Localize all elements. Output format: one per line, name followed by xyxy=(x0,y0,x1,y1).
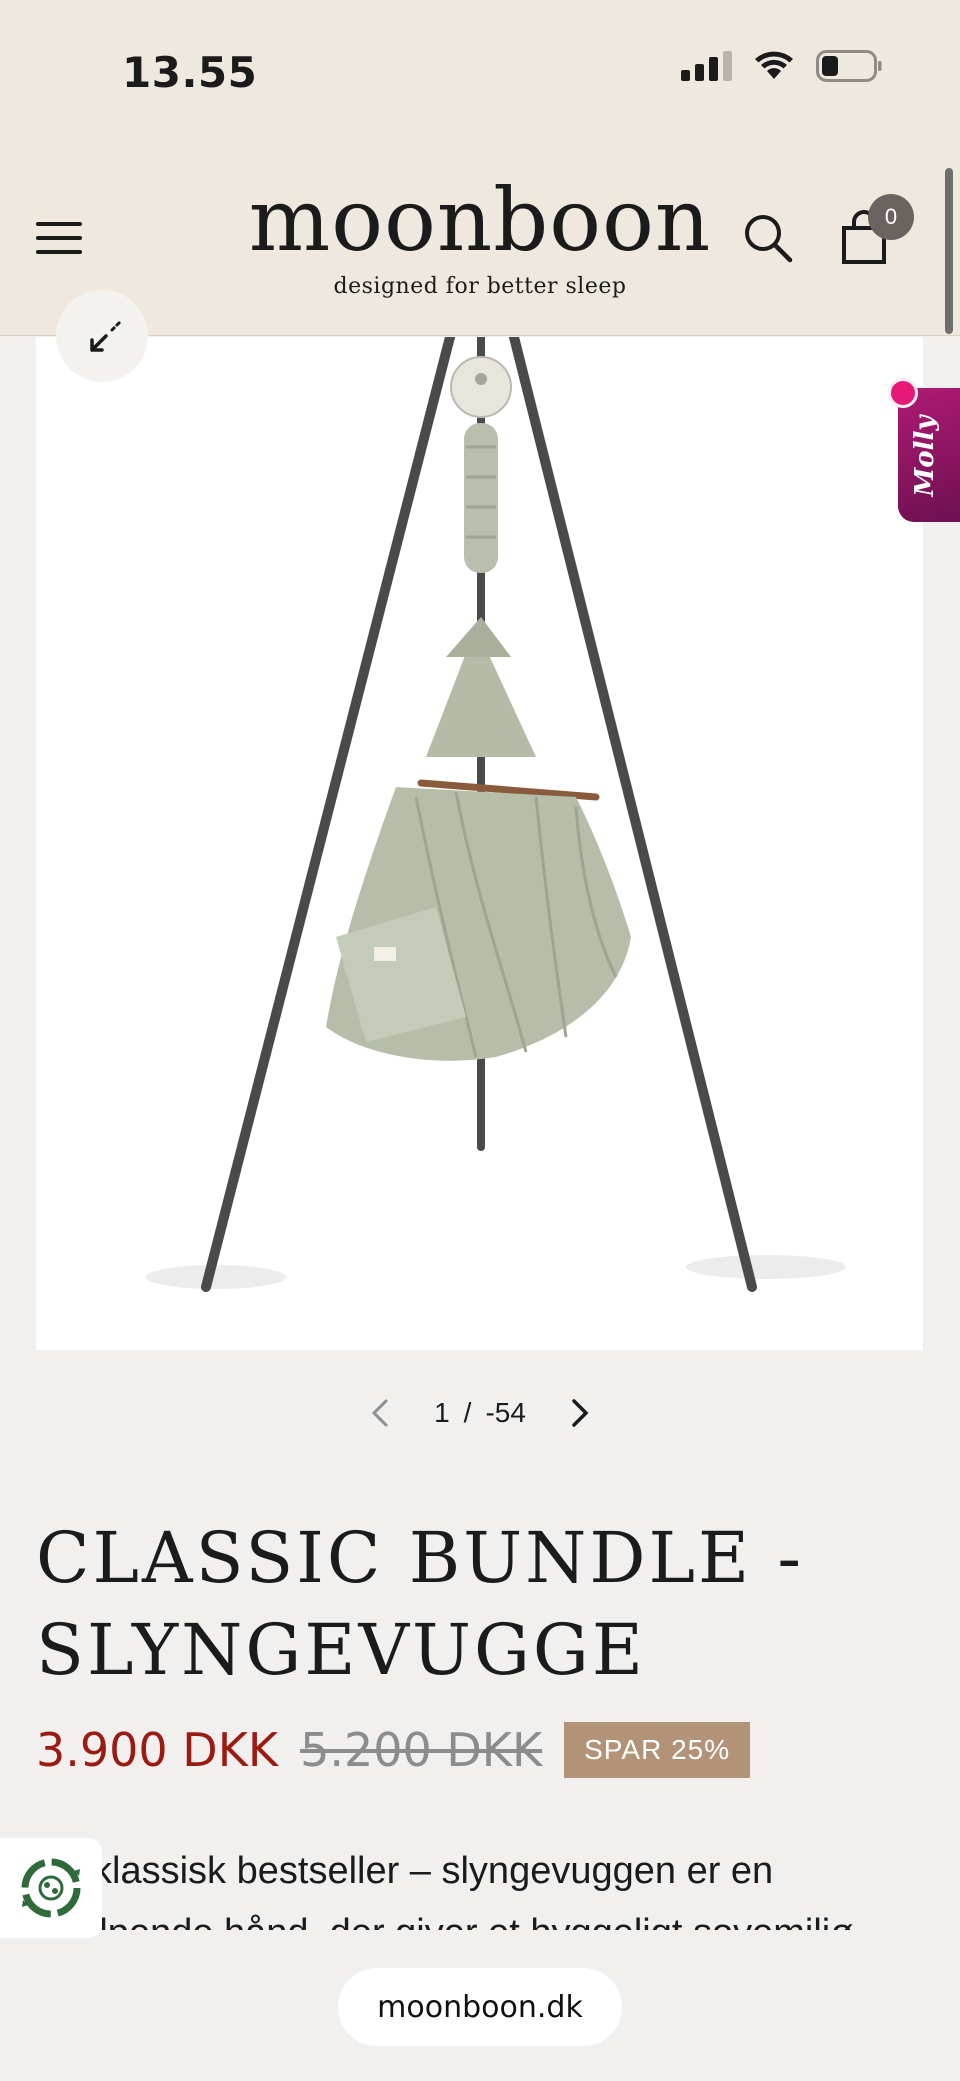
chevron-left-icon[interactable] xyxy=(360,1393,400,1433)
original-price: 5.200 DKK xyxy=(300,1723,543,1777)
wifi-icon xyxy=(755,51,793,79)
product-title-line1: CLASSIC BUNDLE - xyxy=(36,1517,805,1599)
eco-recycle-badge[interactable] xyxy=(0,1838,102,1938)
sale-price: 3.900 DKK xyxy=(36,1723,279,1777)
molly-notification-dot xyxy=(888,378,918,408)
product-title-line2: SLYNGEVUGGE xyxy=(36,1609,646,1691)
status-bar: 13.55 xyxy=(0,0,960,140)
browser-url-bar[interactable]: moonboon.dk xyxy=(338,1968,622,2046)
status-time: 13.55 xyxy=(122,48,258,97)
expand-icon xyxy=(90,320,122,352)
discount-badge: SPAR 25% xyxy=(564,1722,751,1778)
molly-label: Molly xyxy=(910,415,940,497)
pager-separator: / xyxy=(463,1397,472,1428)
product-description: En klassisk bestseller – slyngevuggen er… xyxy=(36,1850,853,1930)
logo[interactable]: moonboon designed for better sleep xyxy=(0,178,960,299)
cart-count-badge: 0 xyxy=(868,194,914,240)
hammock-cradle-illustration xyxy=(146,337,846,1292)
expand-image-button[interactable] xyxy=(56,290,148,382)
status-icons xyxy=(681,50,882,82)
product-title: CLASSIC BUNDLE - SLYNGEVUGGE xyxy=(36,1512,916,1696)
logo-wordmark: moonboon xyxy=(248,171,712,271)
pager-current: 1 xyxy=(434,1397,450,1428)
price-row: 3.900 DKK 5.200 DKK SPAR 25% xyxy=(36,1722,751,1778)
molly-chat-button[interactable]: Molly xyxy=(898,388,960,522)
battery-icon xyxy=(816,50,882,82)
search-icon[interactable] xyxy=(742,212,794,264)
recycle-icon xyxy=(21,1858,81,1918)
product-image[interactable] xyxy=(36,337,923,1350)
cellular-signal-icon xyxy=(681,51,732,81)
gallery-pager: 1 / -54 xyxy=(0,1388,960,1438)
scrollbar[interactable] xyxy=(945,168,953,334)
pager-count: 1 / -54 xyxy=(434,1397,526,1429)
chevron-right-icon[interactable] xyxy=(560,1393,600,1433)
pager-total: -54 xyxy=(485,1397,526,1428)
